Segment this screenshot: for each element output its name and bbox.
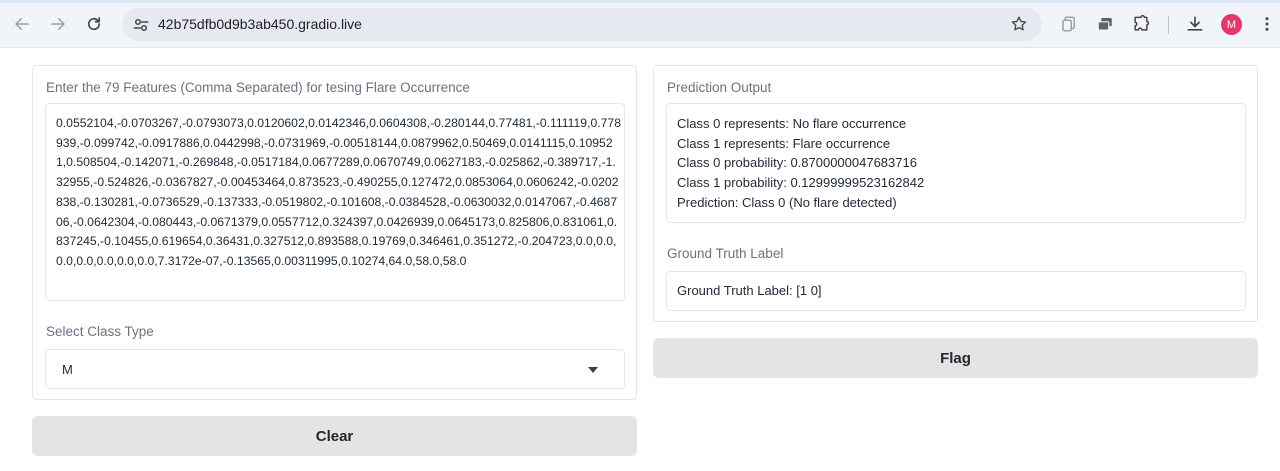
prediction-line: Class 1 represents: Flare occurrence: [677, 135, 891, 151]
features-textarea-value[interactable]: 0.0552104,-0.0703267,-0.0793073,0.012060…: [56, 114, 622, 272]
reload-icon: [87, 17, 101, 31]
toolbar-divider: [1168, 16, 1169, 34]
arrow-left-icon: [15, 18, 29, 30]
site-info-icon[interactable]: [132, 16, 150, 34]
browser-menu-button[interactable]: [1257, 14, 1277, 34]
prediction-output-label: Prediction Output: [667, 80, 772, 95]
tab-strip-accent: [0, 0, 1280, 3]
ground-truth-box: Ground Truth Label: [1 0]: [666, 271, 1246, 311]
url-text[interactable]: 42b75dfb0d9b3ab450.gradio.live: [158, 16, 362, 32]
tab-search-button[interactable]: [1059, 14, 1079, 34]
profile-avatar[interactable]: M: [1221, 14, 1242, 35]
copy-tabs-icon: [1062, 16, 1075, 32]
features-label: Enter the 79 Features (Comma Separated) …: [46, 80, 470, 95]
ground-truth-label: Ground Truth Label: [667, 246, 784, 261]
chevron-down-icon[interactable]: [588, 367, 598, 373]
forward-button[interactable]: [46, 12, 70, 36]
clear-button[interactable]: Clear: [32, 416, 637, 456]
browser-toolbar: 42b75dfb0d9b3ab450.gradio.live M: [0, 0, 1280, 48]
output-panel: Prediction Output Class 0 represents: No…: [653, 65, 1258, 322]
class-type-selected-value[interactable]: M: [62, 362, 73, 377]
reload-button[interactable]: [82, 12, 106, 36]
class-type-label: Select Class Type: [46, 324, 154, 339]
extensions-button[interactable]: [1131, 14, 1151, 34]
media-button[interactable]: [1095, 14, 1115, 34]
prediction-output-box: Class 0 represents: No flare occurrence …: [666, 103, 1246, 223]
download-icon: [1187, 16, 1203, 31]
puzzle-icon: [1134, 14, 1150, 31]
prediction-line: Class 0 probability: 0.8700000047683716: [677, 155, 917, 171]
window-stack-icon: [1097, 18, 1112, 31]
arrow-right-icon: [51, 18, 65, 30]
kebab-menu-icon: [1265, 17, 1269, 31]
prediction-line: Class 0 represents: No flare occurrence: [677, 116, 907, 131]
ground-truth-value: Ground Truth Label: [1 0]: [677, 283, 822, 298]
star-icon[interactable]: [1010, 15, 1028, 33]
input-panel: Enter the 79 Features (Comma Separated) …: [32, 65, 637, 400]
downloads-button[interactable]: [1185, 14, 1205, 34]
prediction-line: Class 1 probability: 0.12999999523162842: [677, 175, 925, 191]
flag-button[interactable]: Flag: [653, 338, 1258, 378]
back-button[interactable]: [10, 12, 34, 36]
prediction-lines: Class 0 represents: No flare occurrence …: [677, 114, 924, 213]
class-type-dropdown[interactable]: M: [45, 349, 625, 389]
address-bar[interactable]: 42b75dfb0d9b3ab450.gradio.live: [122, 8, 1042, 41]
features-textarea[interactable]: 0.0552104,-0.0703267,-0.0793073,0.012060…: [45, 103, 625, 301]
prediction-line: Prediction: Class 0 (No flare detected): [677, 194, 897, 210]
